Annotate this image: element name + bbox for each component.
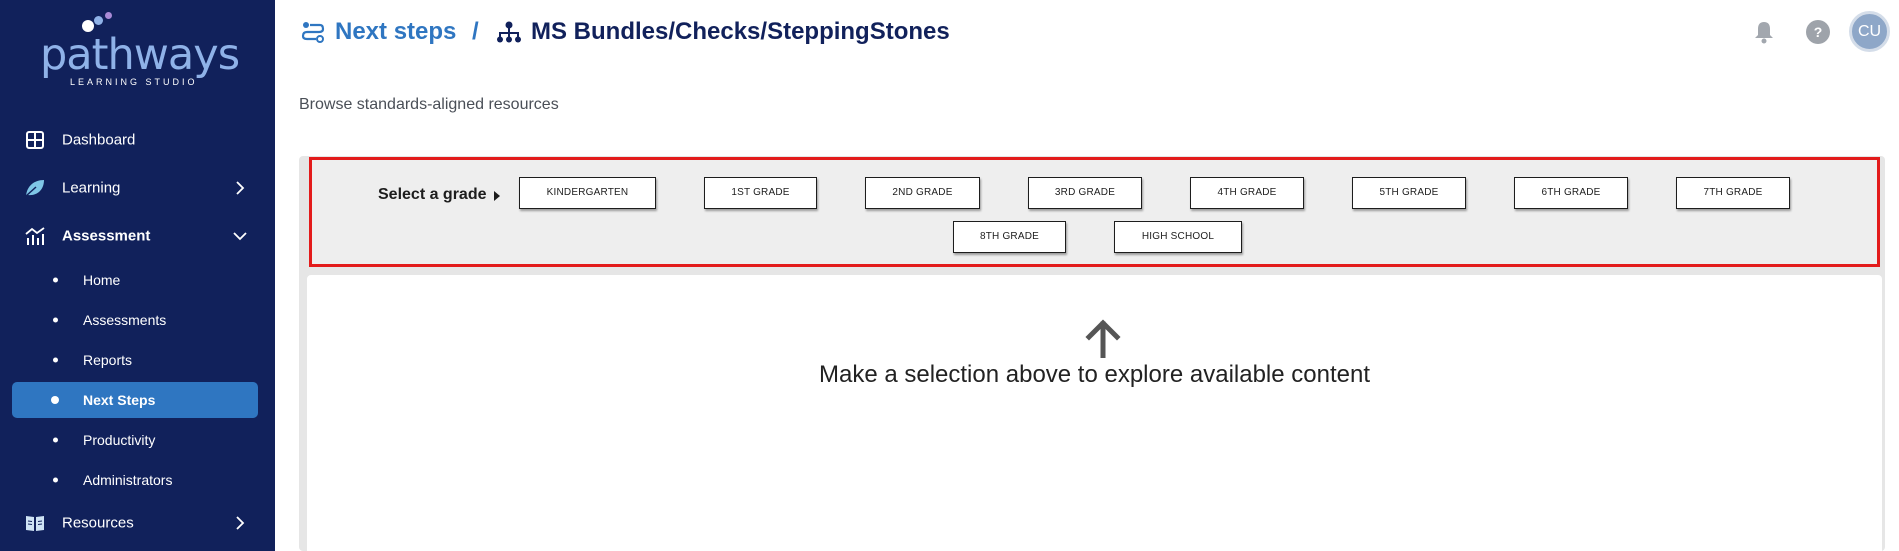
grade-selector: Select a grade KINDERGARTEN 1ST GRADE 2N…: [309, 157, 1880, 267]
sidebar-item-label: Dashboard: [62, 131, 136, 149]
arrow-up-icon: [1085, 319, 1121, 358]
sidebar-subitem-label: Administrators: [83, 472, 173, 488]
sidebar-item-learning[interactable]: Learning: [0, 168, 275, 208]
sidebar-subitem-assessments[interactable]: Assessments: [12, 302, 258, 338]
grade-button-high-school[interactable]: HIGH SCHOOL: [1114, 221, 1242, 253]
grade-button-kindergarten[interactable]: KINDERGARTEN: [519, 177, 656, 209]
book-icon: [24, 512, 46, 534]
sidebar-subitem-label: Reports: [83, 352, 133, 368]
sidebar-subitem-home[interactable]: Home: [12, 262, 258, 298]
logo-wordmark: pathways: [40, 30, 240, 80]
sidebar-item-assessment[interactable]: Assessment: [0, 216, 275, 256]
breadcrumb-next-steps[interactable]: Next steps: [335, 18, 456, 46]
grade-button-4th[interactable]: 4TH GRADE: [1190, 177, 1304, 209]
hierarchy-icon: [497, 21, 521, 43]
empty-state-card: Make a selection above to explore availa…: [307, 275, 1882, 551]
pathways-logo[interactable]: pathways LEARNING STUDIO: [40, 12, 240, 87]
bullet-icon: [51, 396, 59, 404]
grade-button-2nd[interactable]: 2ND GRADE: [865, 177, 980, 209]
sidebar: pathways LEARNING STUDIO Dashboard Learn…: [0, 0, 275, 551]
bullet-icon: [53, 477, 58, 483]
sidebar-item-label: Resources: [62, 514, 134, 532]
grade-button-1st[interactable]: 1ST GRADE: [704, 177, 817, 209]
chevron-right-icon: [236, 181, 245, 195]
page-subtitle: Browse standards-aligned resources: [299, 96, 559, 113]
page-title: MS Bundles/Checks/SteppingStones: [531, 18, 950, 45]
caret-right-icon: [494, 191, 500, 201]
sidebar-subitem-administrators[interactable]: Administrators: [12, 462, 258, 498]
sidebar-subitem-label: Next Steps: [83, 392, 156, 408]
bullet-icon: [53, 357, 58, 363]
grade-selector-label: Select a grade: [378, 186, 487, 203]
dashboard-icon: [24, 129, 46, 151]
grade-button-7th[interactable]: 7TH GRADE: [1676, 177, 1790, 209]
sidebar-subitem-label: Assessments: [83, 312, 167, 328]
breadcrumb-separator: /: [472, 18, 479, 45]
grade-button-3rd[interactable]: 3RD GRADE: [1028, 177, 1142, 209]
sidebar-subitem-reports[interactable]: Reports: [12, 342, 258, 378]
sidebar-item-label: Assessment: [62, 227, 151, 245]
bullet-icon: [53, 317, 58, 323]
sidebar-subitem-productivity[interactable]: Productivity: [12, 422, 258, 458]
chevron-down-icon: [233, 232, 247, 241]
empty-state-message: Make a selection above to explore availa…: [818, 361, 1370, 388]
sidebar-item-label: Learning: [62, 179, 121, 197]
notifications-bell-icon[interactable]: [1753, 20, 1775, 44]
sidebar-item-resources[interactable]: Resources: [0, 503, 275, 543]
sidebar-subitem-label: Productivity: [83, 432, 156, 448]
app-window: pathways LEARNING STUDIO Dashboard Learn…: [0, 0, 1899, 551]
help-icon[interactable]: ?: [1806, 20, 1830, 44]
grade-button-5th[interactable]: 5TH GRADE: [1352, 177, 1466, 209]
user-avatar[interactable]: CU: [1849, 11, 1890, 52]
bullet-icon: [53, 437, 58, 443]
grade-button-8th[interactable]: 8TH GRADE: [953, 221, 1066, 253]
grade-button-6th[interactable]: 6TH GRADE: [1514, 177, 1628, 209]
bullet-icon: [53, 277, 58, 283]
next-steps-icon: [301, 22, 325, 43]
page-header: Next steps / MS Bundles/Checks/SteppingS…: [275, 0, 1899, 62]
sidebar-subitem-next-steps[interactable]: Next Steps: [12, 382, 258, 418]
leaf-icon: [24, 177, 46, 199]
sidebar-item-dashboard[interactable]: Dashboard: [0, 120, 275, 160]
sidebar-subitem-label: Home: [83, 272, 121, 288]
chart-icon: [24, 225, 46, 247]
main-content: Next steps / MS Bundles/Checks/SteppingS…: [275, 0, 1899, 551]
chevron-right-icon: [236, 516, 245, 530]
logo-subtitle: LEARNING STUDIO: [70, 77, 198, 87]
